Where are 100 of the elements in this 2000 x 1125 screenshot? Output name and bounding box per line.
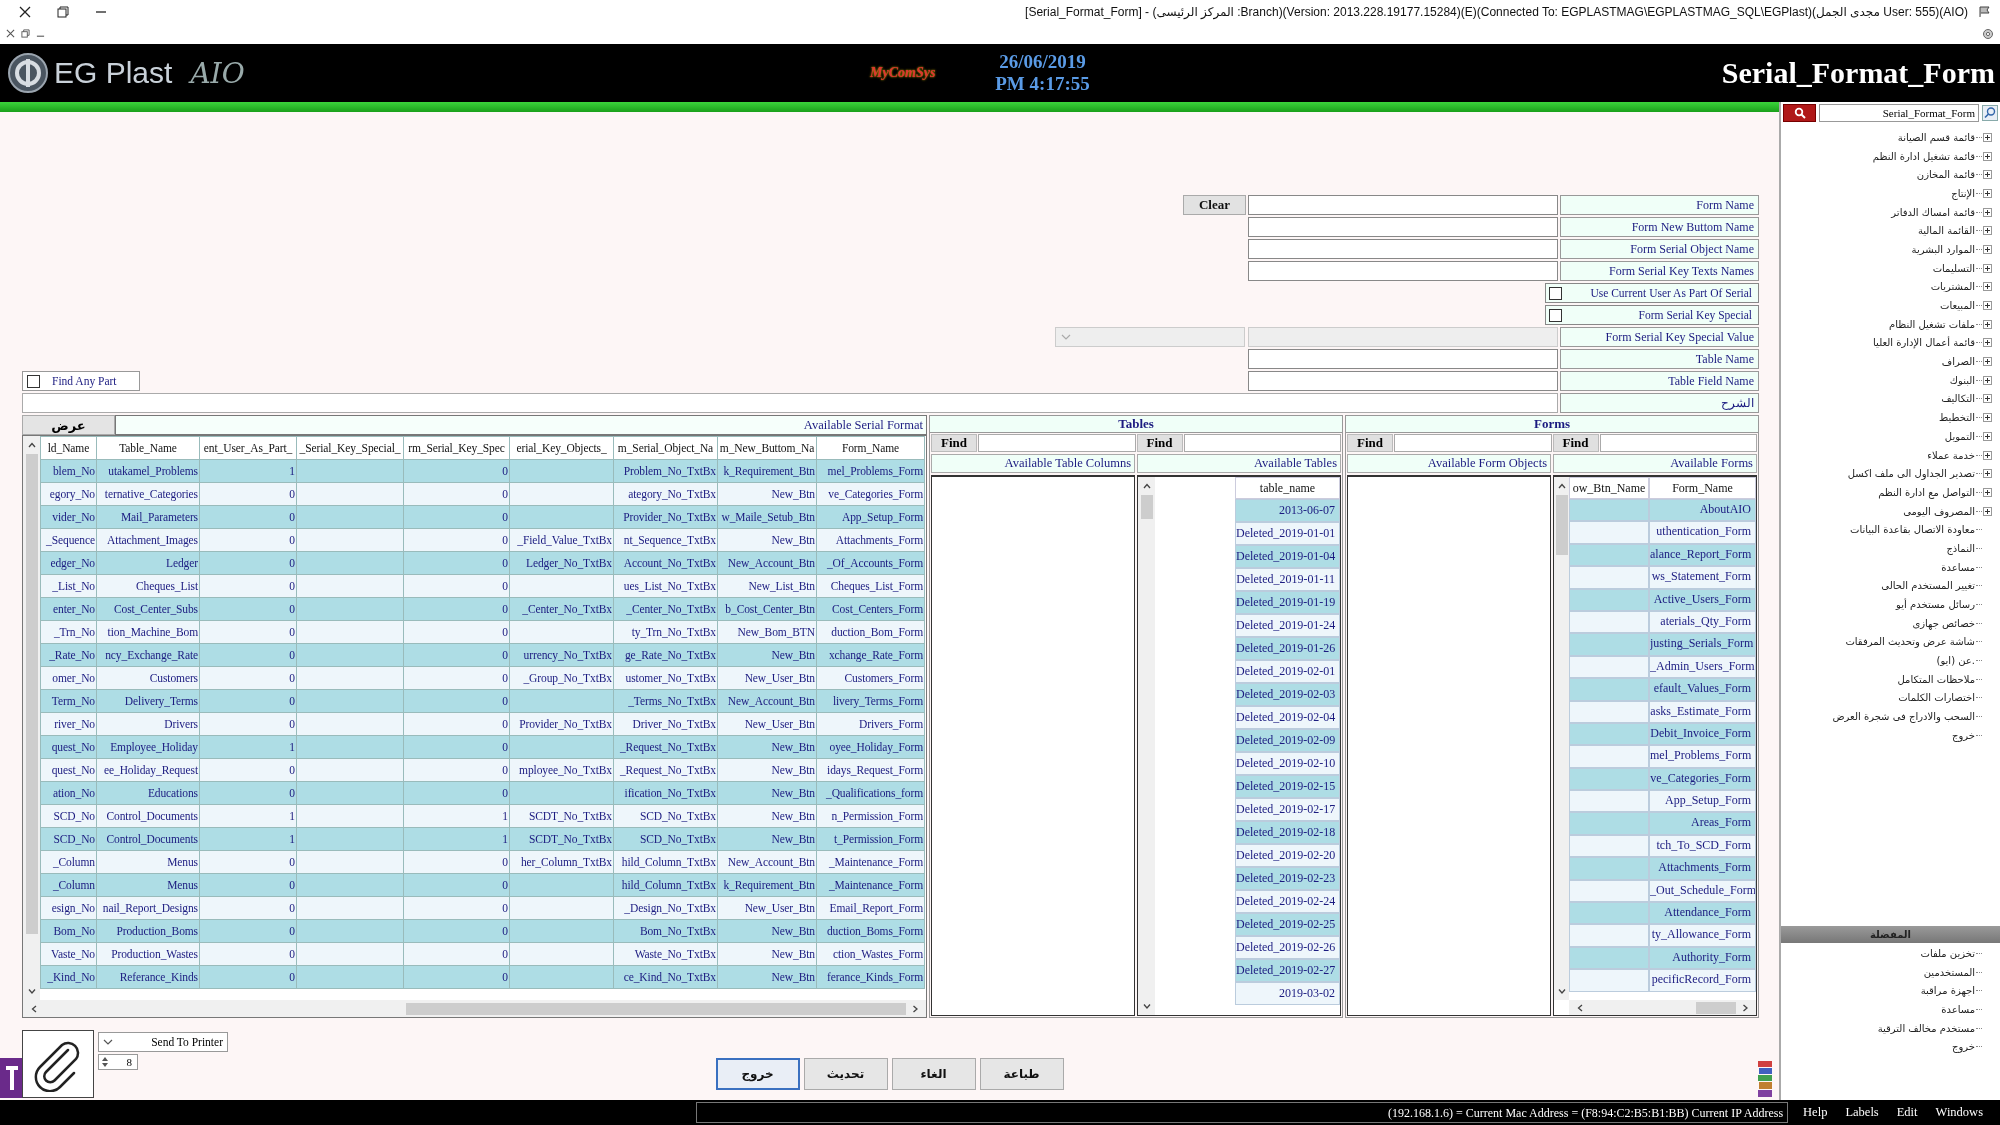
- list-cell[interactable]: [1569, 924, 1649, 947]
- scroll-up-icon[interactable]: [1556, 481, 1567, 491]
- text-field[interactable]: [1248, 261, 1558, 281]
- find-button[interactable]: Find: [1552, 434, 1599, 452]
- text-field[interactable]: [1248, 217, 1558, 237]
- menu-item[interactable]: قائمة أعمال الإدارة العليا: [1873, 337, 1975, 349]
- column-header[interactable]: Form_Name: [816, 436, 925, 460]
- menu-item[interactable]: الإنتاج: [1951, 187, 1975, 199]
- list-cell[interactable]: mel_Problems_Form: [1649, 745, 1756, 768]
- horizontal-scrollbar[interactable]: [23, 1000, 926, 1017]
- search-field[interactable]: [978, 434, 1136, 452]
- menu-item[interactable]: رسائل مستخدم أيو: [1896, 599, 1975, 611]
- list-cell[interactable]: [1569, 857, 1649, 880]
- action-button[interactable]: خروج: [715, 1058, 800, 1090]
- menu-item[interactable]: التسليمات: [1932, 262, 1975, 274]
- scroll-left-icon[interactable]: [1575, 1002, 1585, 1013]
- list-cell[interactable]: Deleted_2019-02-17: [1235, 798, 1340, 821]
- printer-dropdown[interactable]: Send To Printer: [98, 1032, 228, 1052]
- menu-item[interactable]: النماذج: [1946, 542, 1975, 554]
- menu-item[interactable]: ملفات تشغيل النظام: [1889, 318, 1975, 330]
- find-button[interactable]: Find: [931, 434, 977, 452]
- find-any-part-checkbox[interactable]: Find Any Part: [22, 371, 140, 391]
- scroll-down-icon[interactable]: [1141, 1001, 1152, 1011]
- list-cell[interactable]: Deleted_2019-02-27: [1235, 959, 1340, 982]
- list-cell[interactable]: _Admin_Users_Form: [1649, 655, 1756, 679]
- scroll-thumb[interactable]: [1555, 495, 1568, 555]
- list-cell[interactable]: Deleted_2019-01-24: [1235, 614, 1340, 637]
- list-cell[interactable]: pecificRecord_Form: [1649, 969, 1756, 992]
- toolbar-icon[interactable]: [0, 1058, 22, 1098]
- scroll-thumb[interactable]: [1696, 1001, 1736, 1014]
- checkbox-field[interactable]: Use Current User As Part Of Serial: [1545, 283, 1759, 303]
- scroll-down-icon[interactable]: [26, 986, 37, 996]
- menu-item[interactable]: قائمة قسم الصيانة: [1897, 131, 1975, 143]
- list-cell[interactable]: Deleted_2019-02-15: [1235, 775, 1340, 798]
- expand-icon[interactable]: [1983, 301, 1992, 311]
- search-icon[interactable]: [1982, 105, 1998, 121]
- list-cell[interactable]: tch_To_SCD_Form: [1649, 834, 1756, 858]
- scroll-down-icon[interactable]: [1556, 986, 1567, 996]
- list-cell[interactable]: _Out_Schedule_Form: [1649, 879, 1756, 903]
- scroll-up-icon[interactable]: [1141, 481, 1152, 491]
- list-cell[interactable]: [1569, 946, 1649, 970]
- list-cell[interactable]: Deleted_2019-01-19: [1235, 591, 1340, 614]
- list-cell[interactable]: Deleted_2019-02-10: [1235, 752, 1340, 775]
- list-cell[interactable]: [1569, 588, 1649, 611]
- list-cell[interactable]: [1569, 566, 1649, 589]
- menu-item[interactable]: شاشة عرض وتحديث المرفقات: [1845, 636, 1975, 648]
- list-cell[interactable]: [1569, 700, 1649, 723]
- find-button[interactable]: Find: [1347, 434, 1393, 452]
- column-header[interactable]: ow_Btn_Name: [1569, 477, 1649, 499]
- expand-icon[interactable]: [1983, 431, 1992, 441]
- menu-item[interactable]: اختصارات الكلمات: [1898, 692, 1975, 704]
- column-header[interactable]: table_name: [1235, 477, 1340, 499]
- menu-item[interactable]: اجهزة مراقبة: [1920, 985, 1975, 997]
- list-cell[interactable]: AboutAIO: [1649, 499, 1756, 522]
- list-cell[interactable]: Deleted_2019-01-01: [1235, 522, 1340, 545]
- checkbox-icon[interactable]: [1549, 286, 1562, 300]
- list-cell[interactable]: [1569, 790, 1649, 813]
- search-field[interactable]: [1394, 434, 1552, 452]
- list-cell[interactable]: Deleted_2019-02-24: [1235, 890, 1340, 913]
- action-button[interactable]: تحديث: [803, 1058, 888, 1090]
- menu-item[interactable]: المبيعات: [1940, 300, 1975, 312]
- checkbox-field[interactable]: Form Serial Key Special: [1545, 305, 1759, 325]
- list-cell[interactable]: justing_Serials_Form: [1649, 633, 1756, 656]
- attachment-button[interactable]: [22, 1030, 94, 1098]
- menu-item[interactable]: مستخدم مخالف الترقية: [1877, 1022, 1975, 1034]
- menu-item[interactable]: Windows: [1935, 1105, 1983, 1120]
- list-cell[interactable]: [1569, 655, 1649, 679]
- menu-item[interactable]: المشتريات: [1930, 281, 1975, 293]
- menu-item[interactable]: عن (ايو).: [1936, 655, 1975, 667]
- list-cell[interactable]: Areas_Form: [1649, 812, 1756, 835]
- list-cell[interactable]: Deleted_2019-02-23: [1235, 867, 1340, 890]
- menu-item[interactable]: معاودة الاتصال بقاعدة البيانات: [1849, 524, 1975, 536]
- menu-item[interactable]: ملاحظات المتكامل: [1897, 673, 1975, 685]
- menu-item[interactable]: قائمة تشغيل ادارة النظم: [1872, 150, 1975, 162]
- column-header[interactable]: m_New_Buttom_Na: [717, 436, 817, 460]
- restore-icon[interactable]: [56, 4, 70, 19]
- expand-icon[interactable]: [1983, 188, 1992, 198]
- scroll-thumb[interactable]: [406, 1002, 906, 1015]
- column-header[interactable]: erial_Key_Objects_: [509, 436, 614, 460]
- search-field[interactable]: [1183, 434, 1341, 452]
- list-cell[interactable]: [1569, 767, 1649, 791]
- description-field[interactable]: [22, 393, 1558, 413]
- expand-icon[interactable]: [1983, 226, 1992, 236]
- checkbox-icon[interactable]: [27, 374, 40, 388]
- column-header[interactable]: rm_Serial_Key_Spec: [403, 436, 510, 460]
- text-field[interactable]: [1248, 371, 1558, 391]
- expand-icon[interactable]: [1983, 132, 1992, 142]
- action-button[interactable]: الغاء: [891, 1058, 976, 1090]
- list-cell[interactable]: App_Setup_Form: [1649, 790, 1756, 813]
- scroll-right-icon[interactable]: [910, 1003, 920, 1014]
- list-cell[interactable]: [1569, 499, 1649, 522]
- list-cell[interactable]: 2013-06-07: [1235, 499, 1340, 522]
- menu-item[interactable]: البنوك: [1949, 374, 1975, 386]
- menu-item[interactable]: خصائص جهازى: [1912, 617, 1975, 629]
- vertical-scrollbar[interactable]: [23, 436, 40, 1000]
- menu-item[interactable]: مساعدة: [1941, 1003, 1975, 1015]
- list-cell[interactable]: [1569, 521, 1649, 544]
- list-cell[interactable]: efault_Values_Form: [1649, 678, 1756, 701]
- text-field[interactable]: [1248, 349, 1558, 369]
- menu-item[interactable]: التكاليف: [1941, 393, 1975, 405]
